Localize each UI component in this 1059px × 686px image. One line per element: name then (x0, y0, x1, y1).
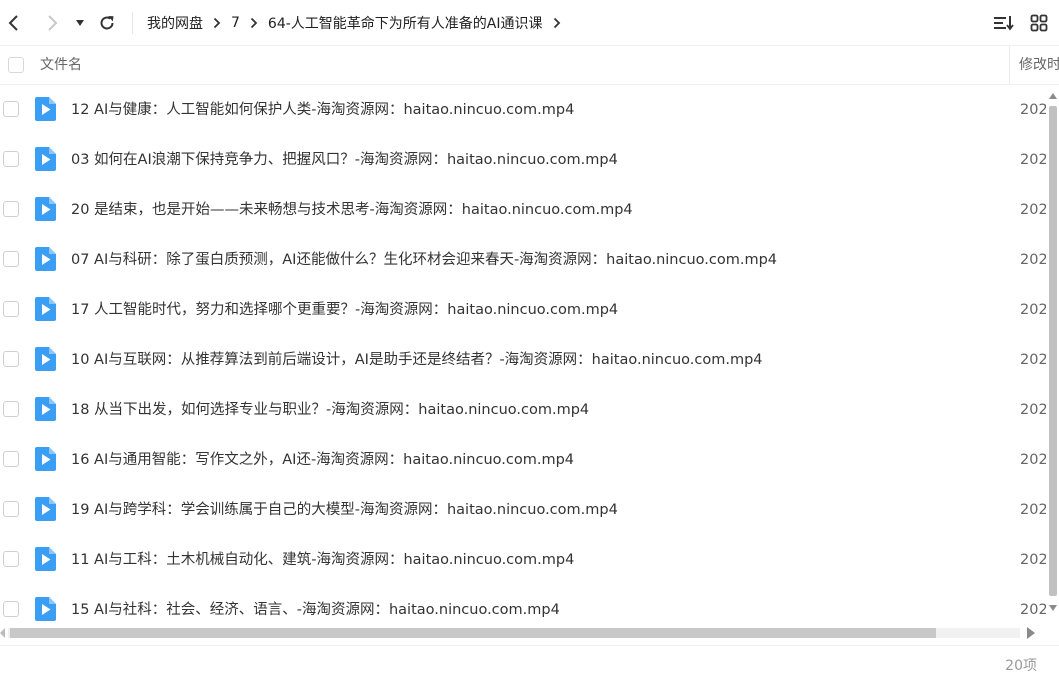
file-modified-date: 202 (1020, 252, 1046, 268)
chevron-left-icon (8, 14, 18, 31)
row-checkbox[interactable] (3, 301, 19, 317)
file-row[interactable]: 17 人工智能时代，努力和选择哪个更重要？-海淘资源网：haitao.nincu… (0, 285, 1046, 335)
file-name[interactable]: 18 从当下出发，如何选择专业与职业？-海淘资源网：haitao.nincuo.… (71, 385, 589, 435)
row-checkbox[interactable] (3, 551, 19, 567)
chevron-right-icon (48, 14, 58, 31)
video-file-icon (35, 347, 56, 371)
status-bar: 20项 (0, 645, 1059, 678)
video-file-icon (35, 497, 56, 521)
file-modified-date: 202 (1020, 152, 1046, 168)
grid-view-icon (1030, 14, 1048, 31)
file-modified-date: 202 (1020, 302, 1046, 318)
toolbar-divider (132, 12, 133, 34)
video-file-icon (35, 247, 56, 271)
forward-button[interactable] (40, 0, 64, 45)
scroll-left-arrow-icon[interactable] (0, 628, 6, 638)
file-row[interactable]: 10 AI与互联网：从推荐算法到前后端设计，AI是助手还是终结者？-海淘资源网：… (0, 335, 1046, 385)
file-modified-date: 202 (1020, 502, 1046, 518)
horizontal-scrollbar-thumb[interactable] (10, 628, 936, 638)
video-file-icon (35, 597, 56, 621)
vertical-scrollbar-thumb[interactable] (1049, 106, 1057, 596)
video-file-icon (35, 197, 56, 221)
file-name[interactable]: 07 AI与科研：除了蛋白质预测，AI还能做什么？生化环材会迎来春天-海淘资源网… (71, 235, 777, 285)
row-checkbox[interactable] (3, 601, 19, 617)
file-list: 12 AI与健康：人工智能如何保护人类-海淘资源网：haitao.nincuo.… (0, 85, 1046, 625)
file-row[interactable]: 11 AI与工科：土木机械自动化、建筑-海淘资源网：haitao.nincuo.… (0, 535, 1046, 585)
file-modified-date: 202 (1020, 552, 1046, 568)
column-header-row: 文件名 修改时间 (0, 46, 1059, 85)
scroll-up-arrow-icon[interactable] (1048, 92, 1058, 100)
file-modified-date: 202 (1020, 602, 1046, 618)
file-modified-date: 202 (1020, 202, 1046, 218)
file-name[interactable]: 17 人工智能时代，努力和选择哪个更重要？-海淘资源网：haitao.nincu… (71, 285, 618, 335)
file-name[interactable]: 11 AI与工科：土木机械自动化、建筑-海淘资源网：haitao.nincuo.… (71, 535, 574, 585)
horizontal-scrollbar[interactable] (0, 625, 1046, 641)
file-name[interactable]: 12 AI与健康：人工智能如何保护人类-海淘资源网：haitao.nincuo.… (71, 85, 574, 135)
file-row[interactable]: 20 是结束，也是开始——未来畅想与技术思考-海淘资源网：haitao.ninc… (0, 185, 1046, 235)
select-all-checkbox[interactable] (8, 57, 24, 73)
row-checkbox[interactable] (3, 101, 19, 117)
file-name[interactable]: 16 AI与通用智能：写作文之外，AI还-海淘资源网：haitao.nincuo… (71, 435, 574, 485)
file-row[interactable]: 03 如何在AI浪潮下保持竞争力、把握风口？-海淘资源网：haitao.ninc… (0, 135, 1046, 185)
row-checkbox[interactable] (3, 151, 19, 167)
file-row[interactable]: 19 AI与跨学科：学会训练属于自己的大模型-海淘资源网：haitao.ninc… (0, 485, 1046, 535)
file-name[interactable]: 19 AI与跨学科：学会训练属于自己的大模型-海淘资源网：haitao.ninc… (71, 485, 618, 535)
file-modified-date: 202 (1020, 102, 1046, 118)
breadcrumb-separator-icon (213, 17, 221, 29)
breadcrumb-separator-icon (250, 17, 258, 29)
video-file-icon (35, 97, 56, 121)
file-row[interactable]: 12 AI与健康：人工智能如何保护人类-海淘资源网：haitao.nincuo.… (0, 85, 1046, 135)
breadcrumb-item-folder[interactable]: 7 (231, 15, 240, 31)
row-checkbox[interactable] (3, 501, 19, 517)
file-name[interactable]: 10 AI与互联网：从推荐算法到前后端设计，AI是助手还是终结者？-海淘资源网：… (71, 335, 763, 385)
item-count: 20项 (1005, 658, 1037, 674)
history-dropdown-button[interactable] (72, 0, 88, 45)
breadcrumb-item-current[interactable]: 64-人工智能革命下为所有人准备的AI通识课 (268, 13, 543, 33)
view-toggle-button[interactable] (1027, 0, 1051, 45)
video-file-icon (35, 297, 56, 321)
row-checkbox[interactable] (3, 201, 19, 217)
file-modified-date: 202 (1020, 402, 1046, 418)
breadcrumb-item-root[interactable]: 我的网盘 (147, 13, 203, 33)
video-file-icon (35, 397, 56, 421)
file-name[interactable]: 03 如何在AI浪潮下保持竞争力、把握风口？-海淘资源网：haitao.ninc… (71, 135, 618, 185)
row-checkbox[interactable] (3, 401, 19, 417)
scroll-down-arrow-icon[interactable] (1048, 604, 1058, 612)
row-checkbox[interactable] (3, 351, 19, 367)
breadcrumb: 我的网盘 7 64-人工智能革命下为所有人准备的AI通识课 (147, 0, 571, 45)
file-modified-date: 202 (1020, 452, 1046, 468)
caret-down-icon (76, 19, 84, 26)
vertical-scrollbar[interactable] (1046, 92, 1059, 616)
video-file-icon (35, 147, 56, 171)
file-name[interactable]: 15 AI与社科：社会、经济、语言、-海淘资源网：haitao.nincuo.c… (71, 585, 560, 625)
file-name[interactable]: 20 是结束，也是开始——未来畅想与技术思考-海淘资源网：haitao.ninc… (71, 185, 633, 235)
file-row[interactable]: 18 从当下出发，如何选择专业与职业？-海淘资源网：haitao.nincuo.… (0, 385, 1046, 435)
row-checkbox[interactable] (3, 451, 19, 467)
row-checkbox[interactable] (3, 251, 19, 267)
column-resize-handle[interactable] (1009, 46, 1010, 84)
toolbar: 我的网盘 7 64-人工智能革命下为所有人准备的AI通识课 (0, 0, 1059, 46)
refresh-icon (100, 15, 114, 29)
column-header-name[interactable]: 文件名 (40, 46, 82, 84)
scroll-right-arrow-icon[interactable] (1026, 627, 1035, 639)
file-row[interactable]: 07 AI与科研：除了蛋白质预测，AI还能做什么？生化环材会迎来春天-海淘资源网… (0, 235, 1046, 285)
file-row[interactable]: 16 AI与通用智能：写作文之外，AI还-海淘资源网：haitao.nincuo… (0, 435, 1046, 485)
back-button[interactable] (2, 0, 26, 45)
refresh-button[interactable] (95, 0, 119, 45)
file-modified-date: 202 (1020, 352, 1046, 368)
video-file-icon (35, 447, 56, 471)
breadcrumb-expand-icon[interactable] (553, 17, 561, 29)
sort-button[interactable] (991, 0, 1017, 45)
video-file-icon (35, 547, 56, 571)
file-row[interactable]: 15 AI与社科：社会、经济、语言、-海淘资源网：haitao.nincuo.c… (0, 585, 1046, 625)
column-header-modified[interactable]: 修改时间 (1019, 46, 1059, 84)
sort-icon (994, 15, 1014, 30)
